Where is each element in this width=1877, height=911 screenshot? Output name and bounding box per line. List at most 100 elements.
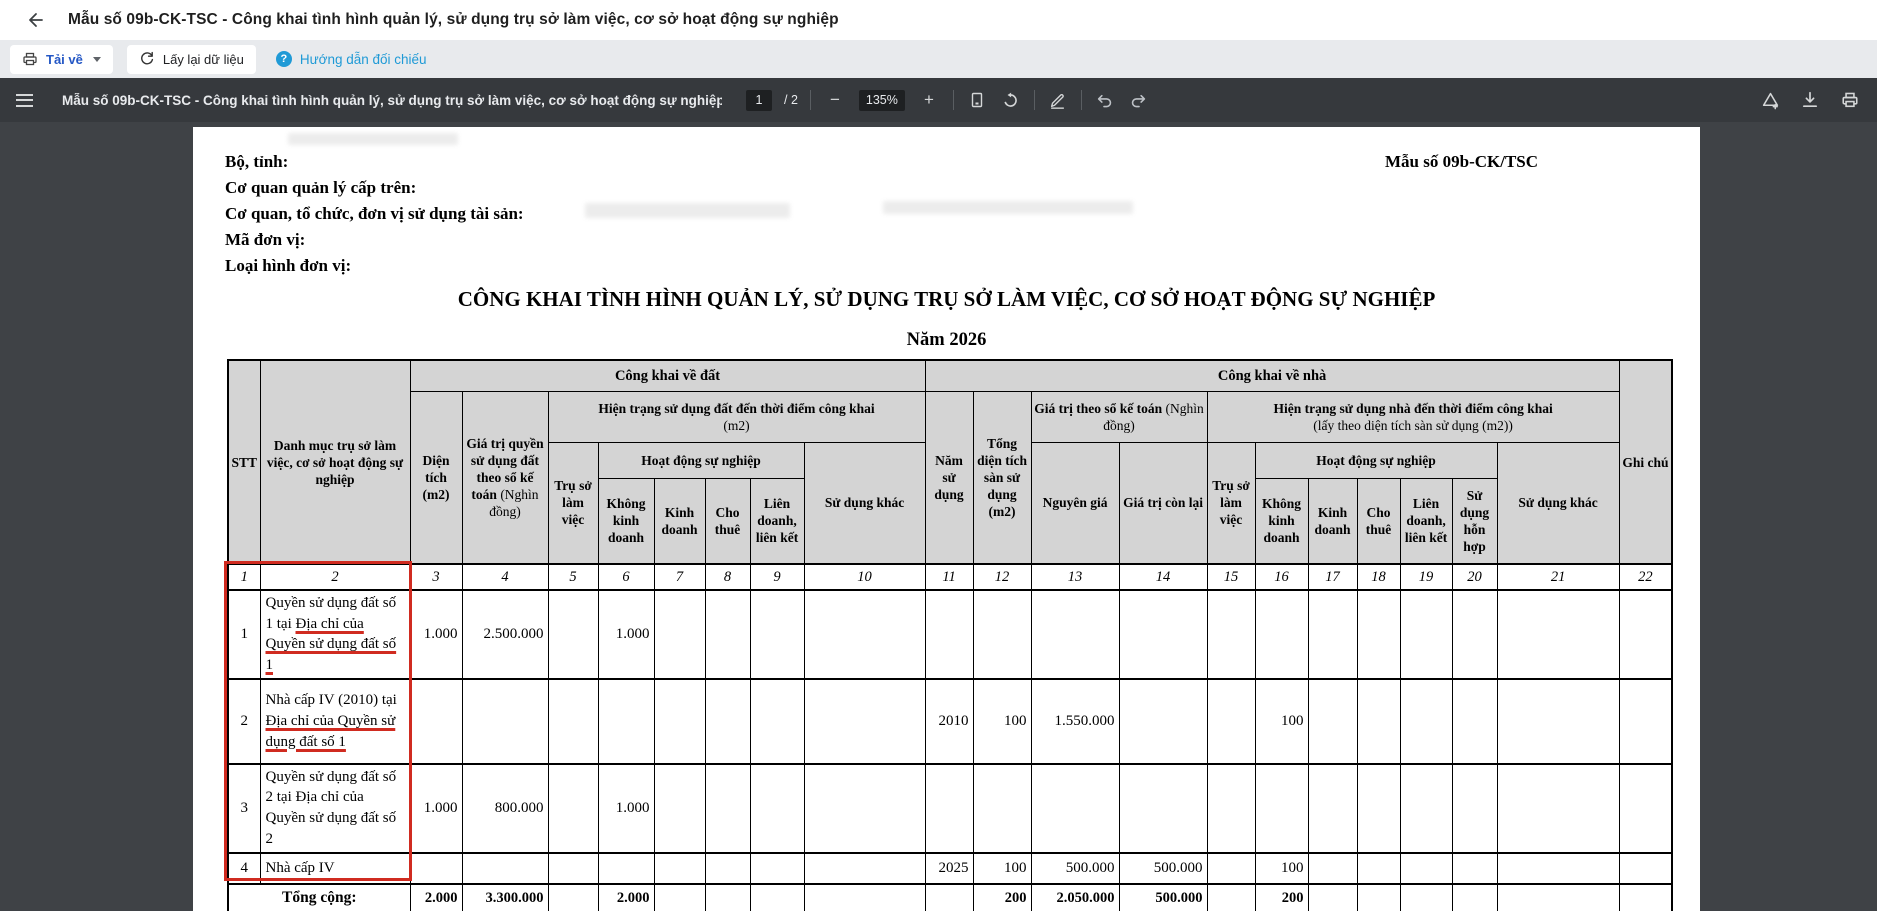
action-bar: Tải về Lấy lại dữ liệu ? Hướng dẫn đối c…	[0, 40, 1877, 78]
download-file-button[interactable]: Tải về	[10, 44, 113, 74]
cell: 1.550.000	[1030, 677, 1120, 765]
annotate-button[interactable]	[1047, 89, 1069, 111]
col-header-land-value: Giá trị quyền sử dụng đất theo sổ kế toá…	[461, 390, 549, 565]
reload-label: Lấy lại dữ liệu	[162, 51, 244, 67]
cell	[1356, 882, 1401, 911]
cell	[547, 589, 599, 680]
col-header-residual-value: Giá trị còn lại	[1118, 441, 1208, 565]
download-button[interactable]	[1799, 89, 1821, 111]
col-header-year-used: Năm sử dụng	[924, 390, 974, 565]
col-header-house-business: Kinh doanh	[1307, 477, 1358, 565]
cell: 100	[1254, 851, 1309, 885]
reload-data-button[interactable]: Lấy lại dữ liệu	[126, 44, 256, 74]
cell: 1.000	[597, 762, 655, 854]
col-num: 12	[972, 563, 1032, 591]
cell	[749, 882, 805, 911]
col-num: 3	[409, 563, 463, 591]
undo-button[interactable]	[1094, 89, 1116, 111]
zoom-out-button[interactable]: −	[823, 86, 847, 114]
document-info-block: Bộ, tỉnh: Cơ quan quản lý cấp trên: Cơ q…	[225, 149, 524, 279]
cell	[1451, 589, 1498, 680]
cell: 500.000	[1118, 882, 1208, 911]
rotate-button[interactable]	[1000, 89, 1022, 111]
rotate-icon	[1004, 92, 1018, 107]
cell	[653, 762, 706, 854]
cell	[1399, 882, 1453, 911]
cell	[1451, 762, 1498, 854]
col-header-origin-price: Nguyên giá	[1030, 441, 1120, 565]
cell	[704, 677, 751, 765]
col-num: 7	[653, 563, 706, 591]
zoom-level[interactable]: 135%	[858, 89, 905, 111]
cell	[1206, 882, 1256, 911]
pdf-viewport[interactable]: Bộ, tỉnh: Cơ quan quản lý cấp trên: Cơ q…	[0, 122, 1877, 911]
undo-icon	[1098, 94, 1112, 107]
cell-stt: 4	[227, 851, 261, 885]
cell	[1451, 882, 1498, 911]
cell	[1206, 762, 1256, 854]
document-year: Năm 2026	[906, 330, 987, 350]
col-num: 22	[1618, 563, 1673, 591]
cell: 2.000	[409, 882, 463, 911]
cell	[972, 589, 1032, 680]
back-arrow-icon	[29, 13, 43, 27]
label: Hiện trạng sử dụng đất đến thời điểm côn…	[598, 400, 875, 416]
save-to-drive-button[interactable]	[1759, 89, 1781, 111]
table-row: 1 Quyền sử dụng đất số 1 tại Địa chỉ của…	[227, 589, 1673, 680]
col-header-house-other: Sử dụng khác	[1496, 441, 1620, 565]
column-number-row: 1 2 3 4 5 6 7 8 9 10 11 12 13 14 15 16 1	[227, 563, 1673, 591]
toolbar-right-controls	[1759, 78, 1861, 122]
cell	[597, 677, 655, 765]
guide-link[interactable]: ? Hướng dẫn đối chiếu	[270, 51, 433, 67]
disclosure-table: STT Danh mục trụ sở làm việc, cơ sở hoạt…	[227, 359, 1674, 911]
cell	[704, 882, 751, 911]
zoom-in-button[interactable]: +	[917, 86, 941, 114]
cell	[803, 851, 926, 885]
page-title: Mẫu số 09b-CK-TSC - Công khai tình hình …	[68, 11, 839, 28]
group-header-book-value: Giá trị theo sổ kế toán (Nghìn đồng)	[1030, 390, 1208, 443]
cell: 2.050.000	[1030, 882, 1120, 911]
fit-page-button[interactable]	[966, 89, 988, 111]
print-button[interactable]	[1839, 89, 1861, 111]
cell	[749, 851, 805, 885]
back-button[interactable]	[18, 3, 52, 37]
cell	[704, 762, 751, 854]
cell	[924, 762, 974, 854]
info-line: Cơ quan quản lý cấp trên:	[225, 178, 417, 197]
name-text: Nhà cấp IV (2010) tại	[265, 692, 397, 709]
cell	[1399, 851, 1453, 885]
col-header-stt: STT	[227, 359, 261, 565]
cell	[749, 589, 805, 680]
col-num: 1	[227, 563, 261, 591]
menu-icon[interactable]	[16, 87, 42, 113]
cell	[547, 762, 599, 854]
redo-icon	[1132, 94, 1146, 107]
cell	[653, 882, 706, 911]
unit: (m2)	[723, 417, 750, 433]
group-header-house-career: Hoạt động sự nghiệp	[1254, 441, 1498, 479]
redo-button[interactable]	[1128, 89, 1150, 111]
group-header-house-status: Hiện trạng sử dụng nhà đến thời điểm côn…	[1206, 390, 1620, 443]
cell	[461, 677, 549, 765]
help-icon: ?	[275, 51, 292, 67]
cell	[1399, 589, 1453, 680]
cell: 500.000	[1030, 851, 1120, 885]
col-num: 15	[1206, 563, 1256, 591]
cell: 1.000	[409, 762, 463, 854]
cell: 100	[1254, 677, 1309, 765]
col-header-house-office: Trụ sở làm việc	[1206, 441, 1256, 565]
cell	[1618, 677, 1673, 765]
col-header-land-no-business: Không kinh doanh	[597, 477, 655, 565]
cell	[409, 677, 463, 765]
divider	[809, 90, 811, 110]
label: Hiện trạng sử dụng nhà đến thời điểm côn…	[1273, 400, 1553, 416]
cell-stt: 1	[227, 589, 261, 680]
col-header-house-joint: Liên doanh, liên kết	[1399, 477, 1453, 565]
col-num: 11	[924, 563, 974, 591]
cell	[1451, 851, 1498, 885]
col-num: 17	[1307, 563, 1358, 591]
page-number-input[interactable]: 1	[746, 89, 772, 111]
cell: 2010	[924, 677, 974, 765]
name-text: Quyền sử dụng đất số 2 tại Địa chỉ của Q…	[265, 768, 397, 847]
cell	[1618, 762, 1673, 854]
